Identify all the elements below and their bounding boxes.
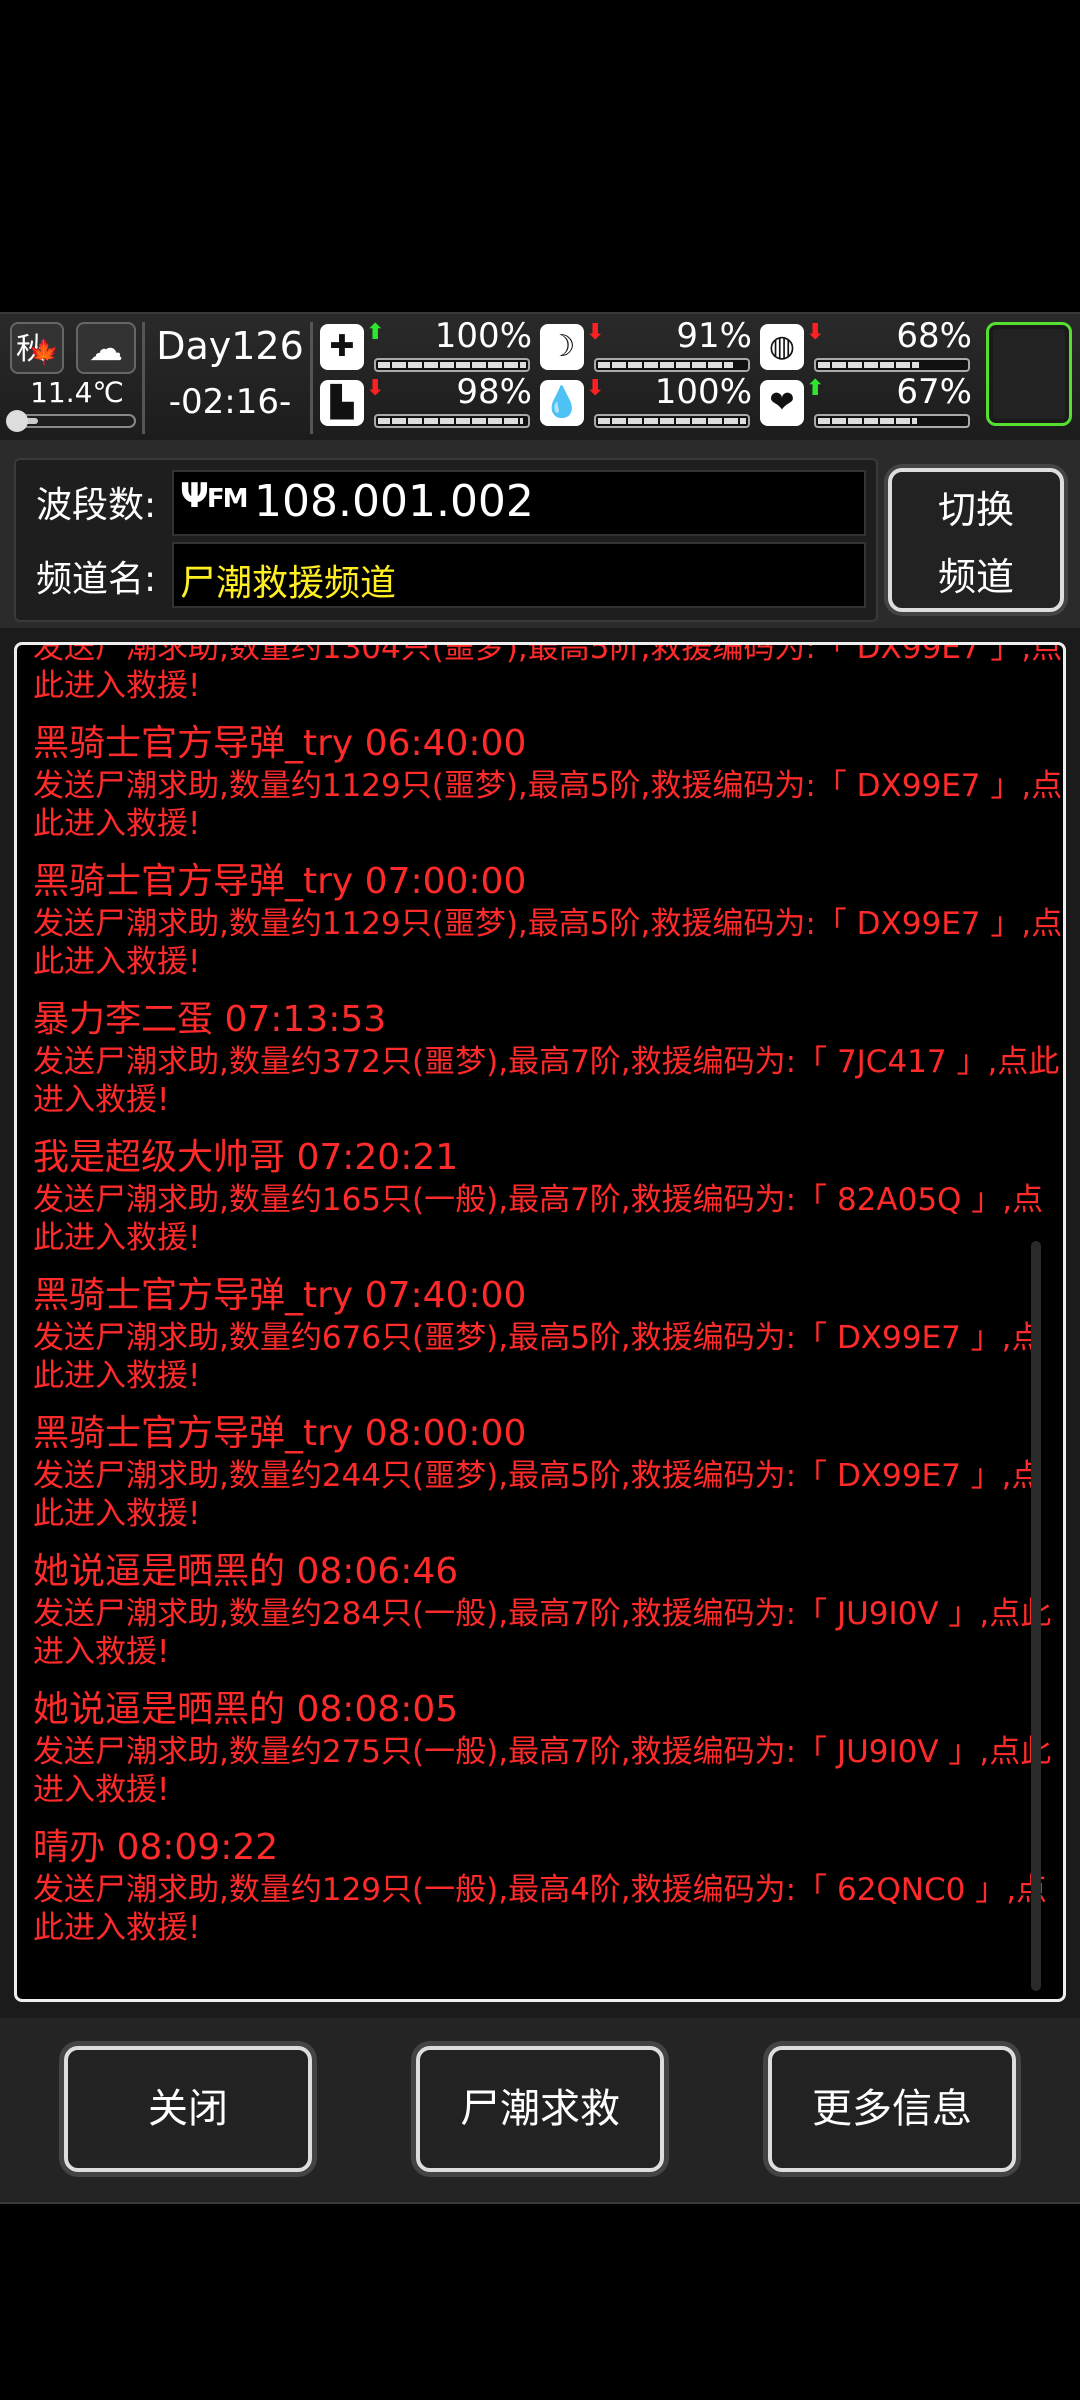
switch-label-2: 频道 bbox=[937, 555, 1014, 599]
message-body: 发送尸潮求助,数量约372只(噩梦),最高7阶,救援编码为:「 7JC417 」… bbox=[33, 1044, 1060, 1118]
message-item[interactable]: 黑骑士官方导弹_try 07:00:00 发送尸潮求助,数量约1129只(噩梦),… bbox=[33, 859, 1063, 981]
channel-label: 频道名: bbox=[36, 559, 157, 600]
band-value: 108.001.002 bbox=[254, 476, 534, 527]
trend-down-icon: ⬇ bbox=[586, 376, 605, 401]
message-body: 发送尸潮求助,数量约165只(一般),最高7阶,救援编码为:「 82A05Q 」… bbox=[33, 1182, 1044, 1256]
zombie-sos-button[interactable]: 尸潮求救 bbox=[416, 2046, 664, 2172]
message-item[interactable]: 黑骑士官方导弹_try 07:40:00 发送尸潮求助,数量约676只(噩梦),最… bbox=[33, 1273, 1063, 1395]
menu-button[interactable] bbox=[986, 322, 1072, 426]
message-header: 我是超级大帅哥 07:20:21 bbox=[33, 1137, 459, 1178]
stomach-icon: ☽ bbox=[540, 324, 584, 370]
message-item[interactable]: 晴刅 08:09:22 发送尸潮求助,数量约129只(一般),最高4阶,救援编码为… bbox=[33, 1825, 1063, 1947]
message-header: 她说逼是晒黑的 08:08:05 bbox=[33, 1689, 459, 1730]
stat-bar bbox=[814, 414, 970, 428]
game-clock: -02:16- bbox=[168, 382, 292, 422]
message-header: 黑骑士官方导弹_try 06:40:00 bbox=[33, 723, 527, 764]
close-button[interactable]: 关闭 bbox=[64, 2046, 312, 2172]
heart-icon: ❤ bbox=[760, 380, 804, 426]
day-counter: Day126 bbox=[156, 324, 304, 368]
message-body: 发送尸潮求助,数量约275只(一般),最高7阶,救援编码为:「 JU9I0V 」… bbox=[33, 1734, 1052, 1808]
trend-up-icon: ⬆ bbox=[366, 320, 385, 345]
medkit-icon: ✚ bbox=[320, 324, 364, 370]
message-item[interactable]: 发送尸潮求助,数量约1304只(噩梦),最高5阶,救援编码为:「 DX99E7 … bbox=[33, 642, 1063, 705]
message-item[interactable]: 她说逼是晒黑的 08:06:46 发送尸潮求助,数量约284只(一般),最高7阶,… bbox=[33, 1549, 1063, 1671]
message-body: 发送尸潮求助,数量约244只(噩梦),最高5阶,救援编码为:「 DX99E7 」… bbox=[33, 1458, 1043, 1532]
message-header: 晴刅 08:09:22 bbox=[33, 1827, 279, 1868]
temperature-gauge bbox=[6, 410, 136, 432]
bottom-bar: 关闭 尸潮求救 更多信息 bbox=[0, 2018, 1080, 2204]
thermometer-icon bbox=[6, 410, 28, 432]
scrollbar[interactable] bbox=[1031, 1241, 1041, 1991]
message-header: 她说逼是晒黑的 08:06:46 bbox=[33, 1551, 459, 1592]
stat-value: 67% bbox=[896, 372, 972, 412]
stat-bar bbox=[814, 358, 970, 372]
message-body: 发送尸潮求助,数量约1304只(噩梦),最高5阶,救援编码为:「 DX99E7 … bbox=[33, 642, 1063, 704]
stat-value: 98% bbox=[456, 372, 532, 412]
stat-value: 100% bbox=[434, 316, 532, 356]
band-field: ΨFM 108.001.002 bbox=[172, 470, 866, 536]
message-list[interactable]: 发送尸潮求助,数量约1304只(噩梦),最高5阶,救援编码为:「 DX99E7 … bbox=[14, 642, 1066, 2002]
stat-value: 91% bbox=[676, 316, 752, 356]
stat-mood: ◍ ⬇ 68% bbox=[760, 316, 972, 376]
trend-down-icon: ⬇ bbox=[366, 376, 385, 401]
stat-heart: ❤ ⬆ 67% bbox=[760, 372, 972, 432]
message-item[interactable]: 她说逼是晒黑的 08:08:05 发送尸潮求助,数量约275只(一般),最高7阶,… bbox=[33, 1687, 1063, 1809]
more-info-button[interactable]: 更多信息 bbox=[768, 2046, 1016, 2172]
trend-up-icon: ⬆ bbox=[806, 376, 825, 401]
message-body: 发送尸潮求助,数量约129只(一般),最高4阶,救援编码为:「 62QNC0 」… bbox=[33, 1872, 1048, 1946]
cloud-icon: ☁ bbox=[76, 322, 136, 374]
channel-field: 尸潮救援频道 bbox=[172, 542, 866, 608]
stat-bar bbox=[594, 358, 750, 372]
trend-down-icon: ⬇ bbox=[586, 320, 605, 345]
channel-value: 尸潮救援频道 bbox=[180, 563, 397, 604]
message-body: 发送尸潮求助,数量约1129只(噩梦),最高5阶,救援编码为:「 DX99E7 … bbox=[33, 768, 1063, 842]
stat-health: ✚ ⬆ 100% bbox=[320, 316, 532, 376]
message-body: 发送尸潮求助,数量约676只(噩梦),最高5阶,救援编码为:「 DX99E7 」… bbox=[33, 1320, 1043, 1394]
message-item[interactable]: 暴力李二蛋 07:13:53 发送尸潮求助,数量约372只(噩梦),最高7阶,救援… bbox=[33, 997, 1063, 1119]
boot-icon: ▙ bbox=[320, 380, 364, 426]
message-header: 黑骑士官方导弹_try 07:40:00 bbox=[33, 1275, 527, 1316]
message-header: 暴力李二蛋 07:13:53 bbox=[33, 999, 387, 1040]
band-label: 波段数: bbox=[36, 485, 157, 526]
stat-bar bbox=[374, 414, 530, 428]
status-bar: 秋 🍁 ☁ 11.4℃ Day126 -02:16- ✚ ⬆ 100% ☽ ⬇ 91% ◍ ⬇… bbox=[0, 312, 1080, 444]
switch-channel-button[interactable]: 切换 频道 bbox=[888, 468, 1064, 612]
message-header: 黑骑士官方导弹_try 08:00:00 bbox=[33, 1413, 527, 1454]
water-drop-icon: 💧 bbox=[540, 380, 584, 426]
trend-down-icon: ⬇ bbox=[806, 320, 825, 345]
radio-panel: 波段数: ΨFM 108.001.002 频道名: 尸潮救援频道 切换 频道 bbox=[0, 440, 1080, 630]
switch-label-1: 切换 bbox=[937, 488, 1014, 532]
message-item[interactable]: 黑骑士官方导弹_try 08:00:00 发送尸潮求助,数量约244只(噩梦),最… bbox=[33, 1411, 1063, 1533]
temperature-label: 11.4℃ bbox=[30, 376, 124, 409]
message-body: 发送尸潮求助,数量约1129只(噩梦),最高5阶,救援编码为:「 DX99E7 … bbox=[33, 906, 1063, 980]
stat-thirst: 💧 ⬇ 100% bbox=[540, 372, 752, 432]
stat-hunger: ☽ ⬇ 91% bbox=[540, 316, 752, 376]
stat-bar bbox=[594, 414, 750, 428]
message-body: 发送尸潮求助,数量约284只(一般),最高7阶,救援编码为:「 JU9I0V 」… bbox=[33, 1596, 1052, 1670]
stat-stamina: ▙ ⬇ 98% bbox=[320, 372, 532, 432]
message-header: 黑骑士官方导弹_try 07:00:00 bbox=[33, 861, 527, 902]
stat-value: 68% bbox=[896, 316, 972, 356]
season-badge: 秋 🍁 bbox=[10, 322, 64, 374]
message-item[interactable]: 黑骑士官方导弹_try 06:40:00 发送尸潮求助,数量约1129只(噩梦),… bbox=[33, 721, 1063, 843]
antenna-fm-icon: ΨFM bbox=[180, 476, 249, 516]
message-area: 发送尸潮求助,数量约1304只(噩梦),最高5阶,救援编码为:「 DX99E7 … bbox=[0, 628, 1080, 2018]
jar-icon: ◍ bbox=[760, 324, 804, 370]
stat-value: 100% bbox=[654, 372, 752, 412]
message-item[interactable]: 我是超级大帅哥 07:20:21 发送尸潮求助,数量约165只(一般),最高7阶,… bbox=[33, 1135, 1063, 1257]
leaf-icon: 🍁 bbox=[29, 338, 59, 366]
stat-bar bbox=[374, 358, 530, 372]
